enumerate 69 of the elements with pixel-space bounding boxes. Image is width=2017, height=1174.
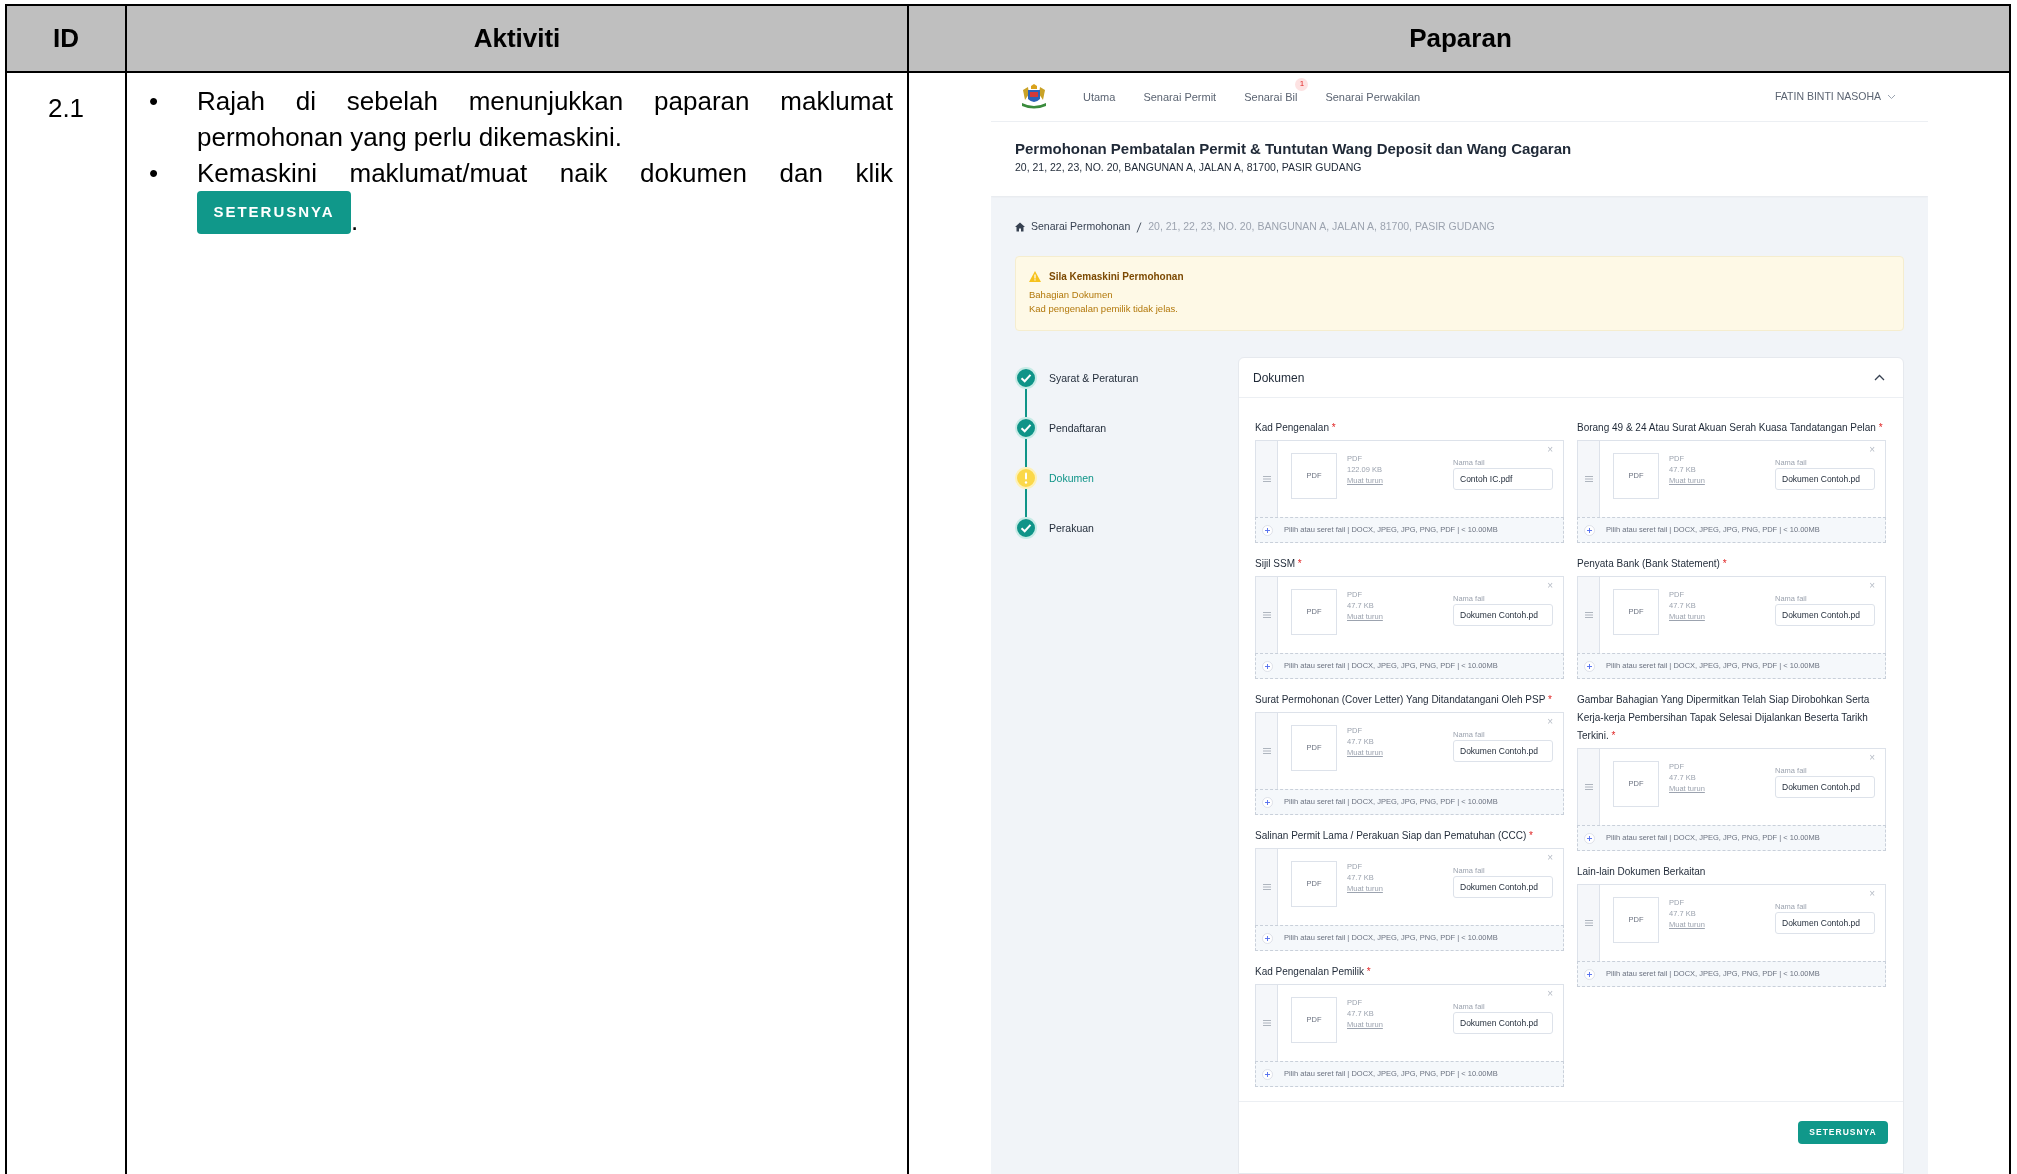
field-label: Kad Pengenalan Pemilik * [1255,965,1372,979]
column-header: Paparan [1409,22,1512,55]
step-label[interactable]: Pendaftaran [1049,417,1107,439]
drag-handle-icon[interactable] [1584,476,1593,482]
slash-separator-icon [1136,221,1143,233]
add-icon [1583,832,1595,844]
file-name-field[interactable]: Dokumen Contoh.pd [1453,1012,1553,1034]
add-icon [1583,660,1595,672]
card-title: Dokumen [1253,369,1306,387]
instruction-text: Rajah di sebelah menunjukkan paparan maklumat permohonan yang perlu dikemaskini. [197,85,893,154]
instruction-text: Kemaskini maklumat/muat naik dokumen dan klik [197,157,893,190]
bullet: • [148,85,160,118]
drag-handle-icon[interactable] [1584,784,1593,790]
row-id: 2.1 [47,92,85,125]
add-icon [1261,796,1273,808]
nav-link[interactable]: Senarai Bil [1244,88,1298,106]
crest-logo [1019,84,1049,110]
field-label: Borang 49 & 24 Atau Surat Akuan Serah Kuasa Tandatangan Pelan * [1577,421,1884,435]
alert-message: Bahagian Dokumen [1029,288,1114,302]
nav-link[interactable]: Senarai Permit [1143,88,1217,106]
drag-handle-icon[interactable] [1262,884,1271,890]
field-label: Lain-lain Dokumen Berkaitan [1577,865,1707,879]
bullet: • [148,157,160,190]
field-label: Penyata Bank (Bank Statement) * [1577,557,1728,571]
drag-handle-icon[interactable] [1262,476,1271,482]
drag-handle-icon[interactable] [1262,1020,1271,1026]
chevron-up-icon[interactable] [1874,374,1885,381]
step-label[interactable]: Perakuan [1049,517,1094,539]
file-name-field[interactable]: Dokumen Contoh.pd [1775,468,1875,490]
field-label: Sijil SSM * [1255,557,1303,571]
drag-handle-icon[interactable] [1262,748,1271,754]
field-label: Salinan Permit Lama / Perakuan Siap dan Pematuhan (CCC) * [1255,829,1534,843]
next-button[interactable]: SETERUSNYA [1798,1121,1888,1144]
step-label[interactable]: Dokumen [1049,467,1094,489]
nav-link[interactable]: Senarai Perwakilan [1325,88,1421,106]
file-name-field[interactable]: Dokumen Contoh.pd [1775,912,1875,934]
page-title: Permohonan Pembatalan Permit & Tuntutan Wang Deposit dan Wang Cagaran [1015,139,1573,159]
warning-icon [1029,271,1041,282]
file-name-field[interactable]: Dokumen Contoh.pd [1453,604,1553,626]
breadcrumb-current: 20, 21, 22, 23, NO. 20, BANGUNAN A, JALAN A, 81700, PASIR GUDANG [1148,219,1495,235]
breadcrumb-link[interactable]: Senarai Permohonan [1031,219,1131,235]
alert-message: Kad pengenalan pemilik tidak jelas. [1029,302,1179,316]
field-label: Surat Permohonan (Cover Letter) Yang Ditandatangani Oleh PSP * [1255,693,1553,707]
drag-handle-icon[interactable] [1584,612,1593,618]
column-header: ID [53,22,79,55]
add-icon [1261,1068,1273,1080]
add-icon [1583,968,1595,980]
add-icon [1261,660,1273,672]
add-icon [1583,524,1595,536]
field-label: Gambar Bahagian Yang Dipermitkan Telah Siap Dirobohkan Serta Kerja-kerja Pembersihan Tapak Selesai Dijalankan Beserta Tarikh Terkini. * [1577,693,1871,743]
period-text: . [351,208,359,234]
drag-handle-icon[interactable] [1262,612,1271,618]
chevron-down-icon [1887,94,1896,100]
notification-badge: 1 [1295,77,1309,91]
add-icon [1261,932,1273,944]
file-name-field[interactable]: Dokumen Contoh.pd [1775,604,1875,626]
file-name-field[interactable]: Dokumen Contoh.pd [1453,740,1553,762]
step-label[interactable]: Syarat & Peraturan [1049,367,1139,389]
file-name-field[interactable]: Dokumen Contoh.pd [1775,776,1875,798]
alert-title: Sila Kemaskini Permohonan [1049,270,1184,284]
add-icon [1261,524,1273,536]
file-name-field[interactable]: Dokumen Contoh.pd [1453,876,1553,898]
drag-handle-icon[interactable] [1584,920,1593,926]
address-text: 20, 21, 22, 23, NO. 20, BANGUNAN A, JALAN A, 81700, PASIR GUDANG [1015,160,1363,175]
file-name-field[interactable]: Contoh IC.pdf [1453,468,1553,490]
home-icon [1015,222,1025,232]
column-header: Aktiviti [473,22,561,55]
nav-link[interactable]: Utama [1083,88,1116,106]
field-label: Kad Pengenalan * [1255,421,1337,435]
